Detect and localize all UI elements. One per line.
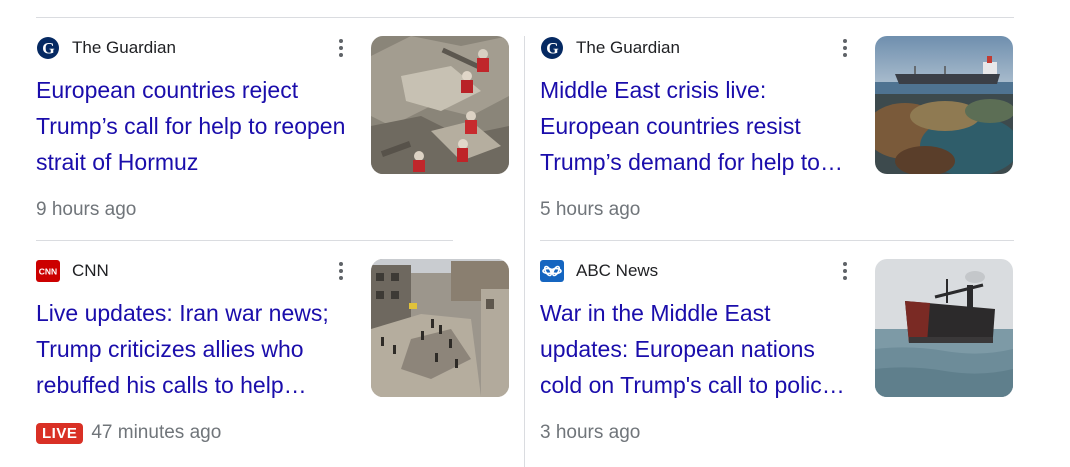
destroyed-street-image[interactable] — [371, 259, 509, 397]
svg-text:CNN: CNN — [39, 267, 57, 277]
guardian-logo-icon: G — [540, 36, 564, 60]
guardian-logo-icon: G — [36, 36, 60, 60]
abc-news-logo-icon — [540, 259, 564, 283]
time-label: 3 hours ago — [540, 422, 641, 443]
source-name: ABC News — [576, 261, 659, 280]
headline-link[interactable]: War in the Middle East updates: European… — [540, 295, 858, 403]
headline-link[interactable]: Live updates: Iran war news; Trump criti… — [36, 295, 354, 403]
news-source: CNN CNN — [36, 259, 109, 283]
rescue-workers-rubble-image[interactable] — [371, 36, 509, 174]
timestamp: 9 hours ago — [36, 198, 136, 222]
news-source: ABC News — [540, 259, 658, 283]
svg-text:G: G — [546, 41, 559, 58]
news-card[interactable]: G The Guardian Middle East crisis live: … — [540, 36, 1014, 240]
news-card[interactable]: CNN CNN Live updates: Iran war news; Tru… — [36, 259, 510, 463]
more-options-icon[interactable] — [836, 259, 854, 283]
column-divider — [524, 36, 525, 467]
tanker-ship-sea-image[interactable] — [875, 36, 1013, 174]
timestamp: 3 hours ago — [540, 421, 640, 445]
time-label: 9 hours ago — [36, 199, 137, 220]
burned-tanker-image[interactable] — [875, 259, 1013, 397]
headline-link[interactable]: European countries reject Trump’s call f… — [36, 72, 354, 180]
timestamp: LIVE 47 minutes ago — [36, 421, 221, 445]
cnn-logo-icon: CNN — [36, 259, 60, 283]
headline-link[interactable]: Middle East crisis live: European countr… — [540, 72, 858, 180]
svg-text:G: G — [42, 41, 55, 58]
live-badge: LIVE — [36, 422, 84, 444]
source-name: The Guardian — [72, 38, 176, 57]
news-source: G The Guardian — [540, 36, 680, 60]
source-name: CNN — [72, 261, 109, 280]
top-divider — [36, 17, 1014, 18]
row-divider-right — [540, 240, 1014, 241]
time-label: 5 hours ago — [540, 199, 641, 220]
more-options-icon[interactable] — [836, 36, 854, 60]
row-divider-left — [36, 240, 453, 241]
source-name: The Guardian — [576, 38, 680, 57]
timestamp: 5 hours ago — [540, 198, 640, 222]
more-options-icon[interactable] — [332, 259, 350, 283]
news-source: G The Guardian — [36, 36, 176, 60]
news-card[interactable]: G The Guardian European countries reject… — [36, 36, 510, 240]
time-label: 47 minutes ago — [91, 422, 222, 443]
more-options-icon[interactable] — [332, 36, 350, 60]
news-card[interactable]: ABC News War in the Middle East updates:… — [540, 259, 1014, 463]
